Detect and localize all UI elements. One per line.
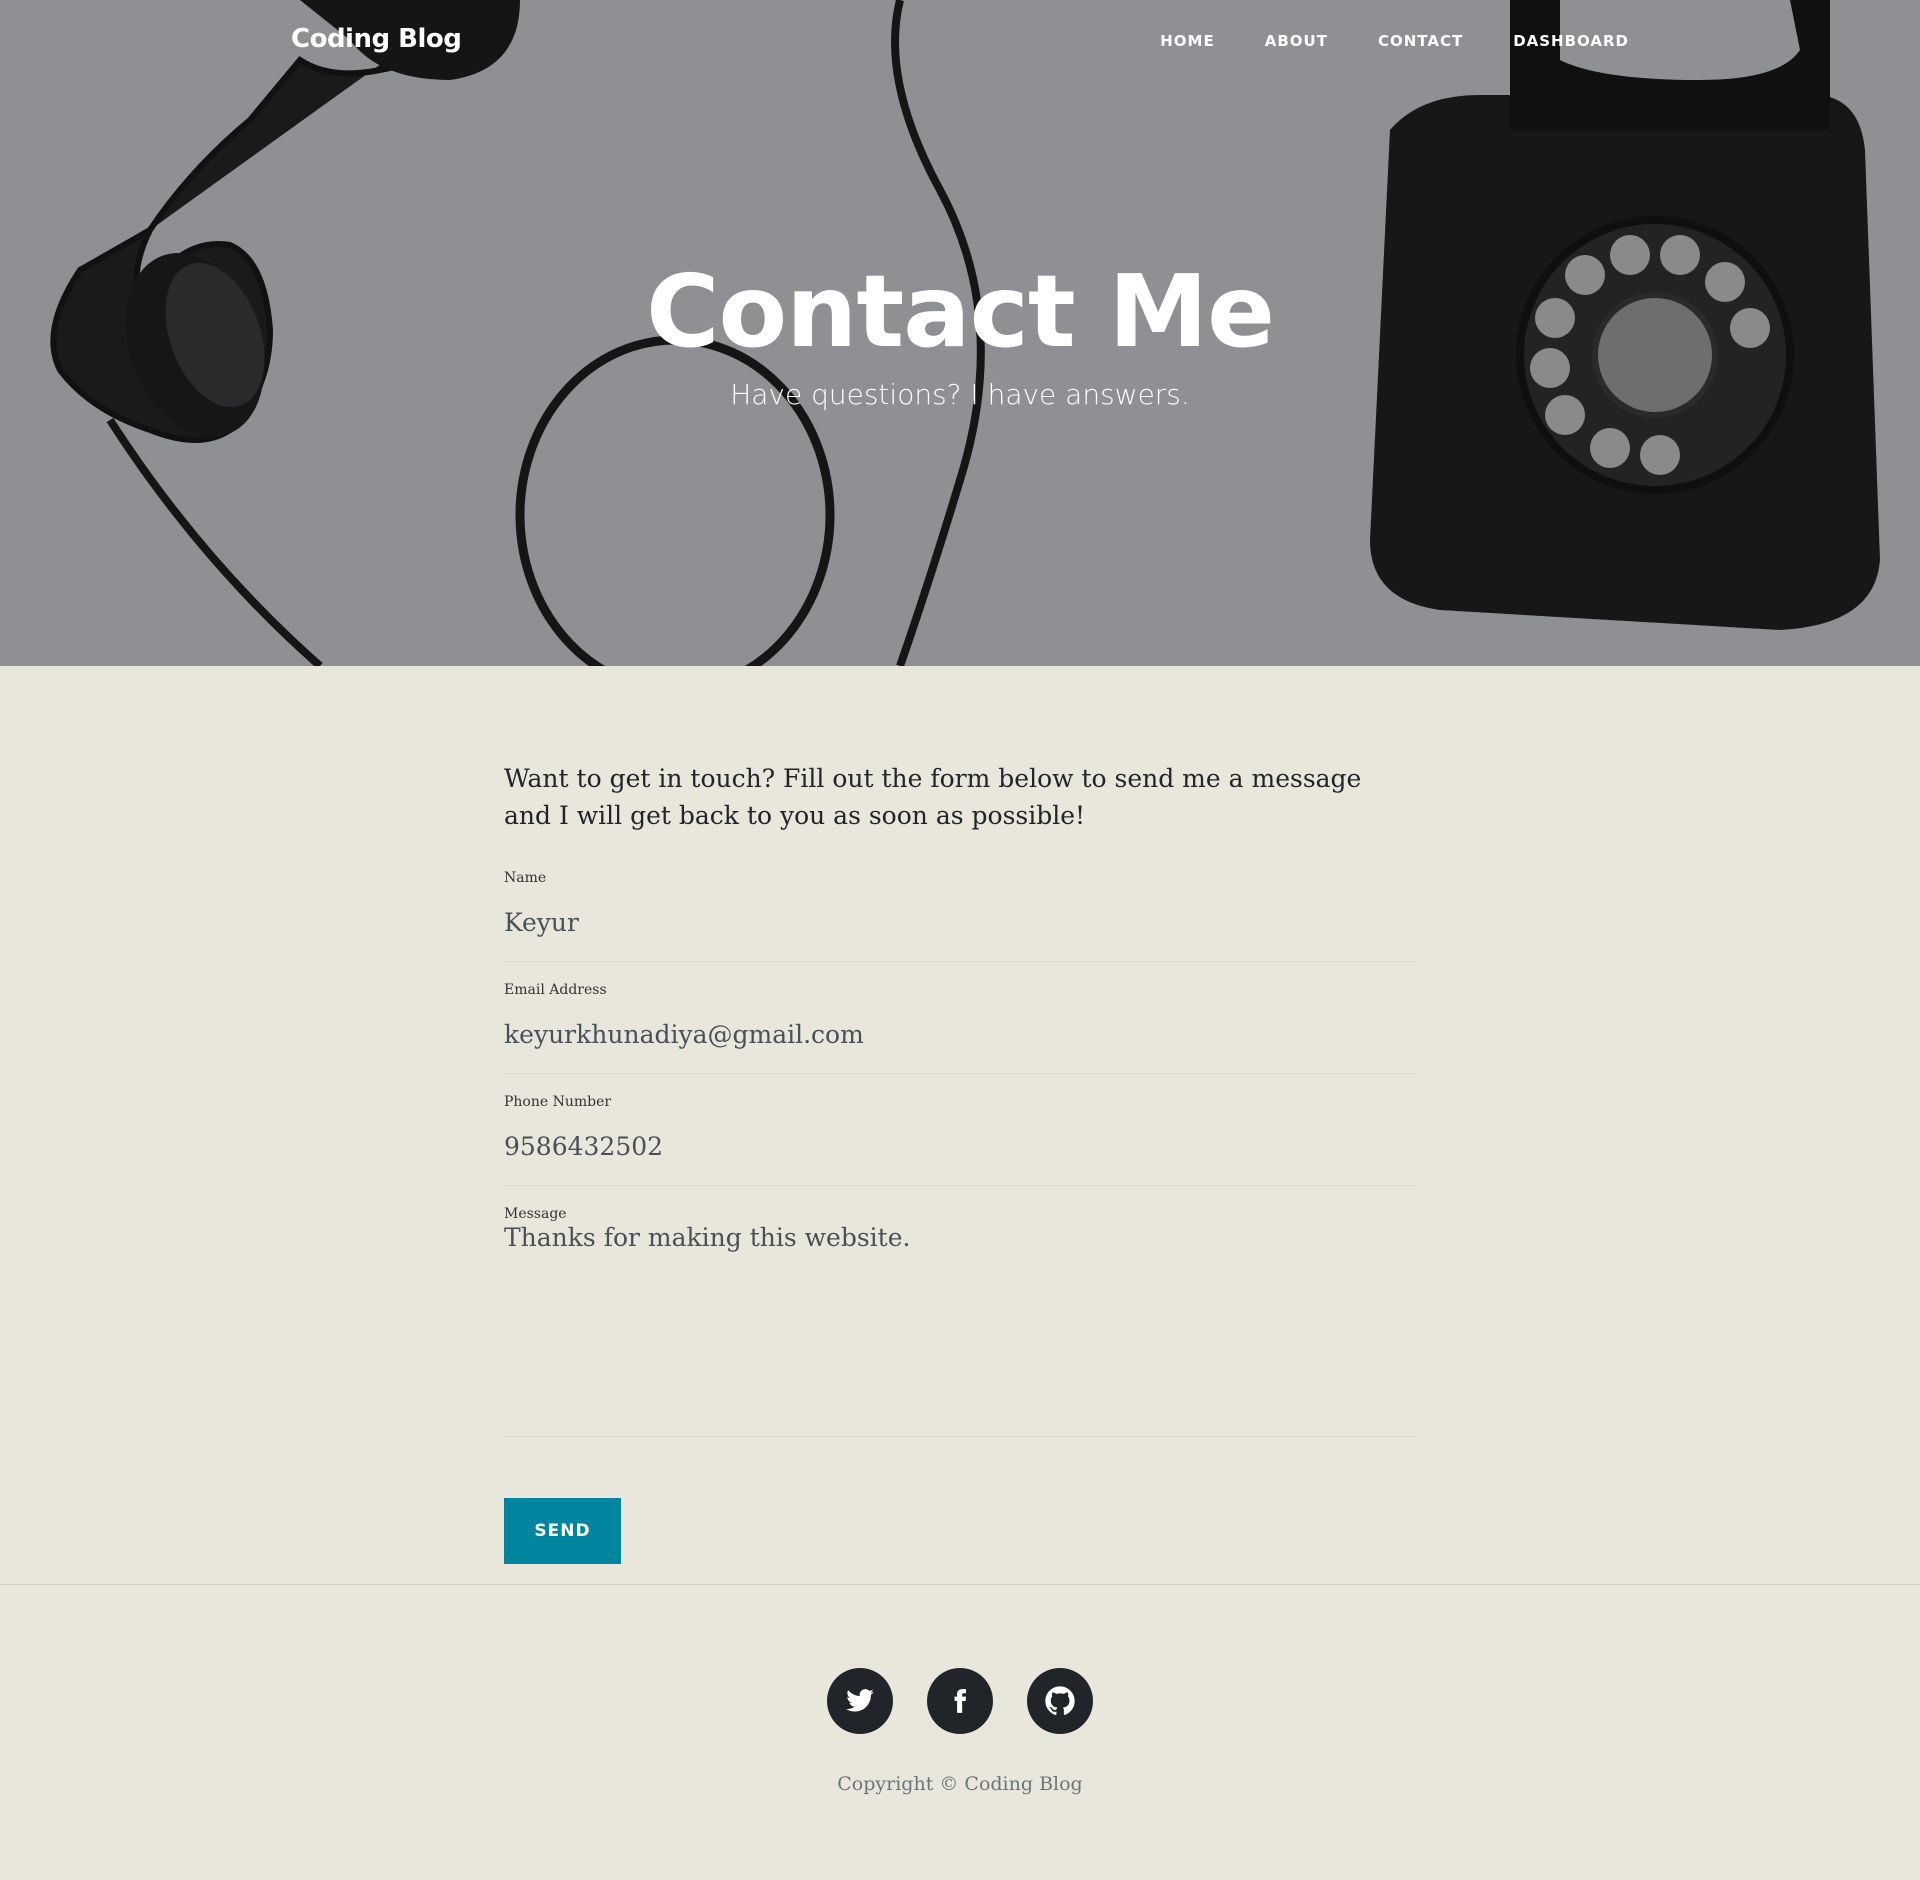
nav-link-home[interactable]: HOME [1160, 32, 1214, 50]
message-textarea[interactable]: Thanks for making this website. [504, 1222, 1404, 1422]
hero-heading: Contact Me Have questions? I have answer… [0, 252, 1920, 411]
nav-link-about[interactable]: ABOUT [1265, 32, 1328, 50]
page-subtitle: Have questions? I have answers. [730, 378, 1190, 411]
footer-divider [0, 1584, 1920, 1585]
name-input[interactable] [504, 902, 1404, 942]
email-field-group: Email Address [504, 962, 1416, 1074]
intro-text: Want to get in touch? Fill out the form … [504, 764, 1362, 830]
social-links [0, 1668, 1920, 1734]
brand-logo[interactable]: Coding Blog [291, 24, 462, 54]
phone-input[interactable] [504, 1126, 1404, 1166]
twitter-icon [846, 1689, 874, 1712]
page-header: Coding Blog HOME ABOUT CONTACT DASHBOARD… [0, 0, 1920, 666]
email-label: Email Address [504, 982, 607, 998]
contact-form: Name Email Address Phone Number Message … [504, 850, 1416, 1437]
message-label: Message [504, 1206, 567, 1222]
email-input[interactable] [504, 1014, 1404, 1054]
contact-section: Want to get in touch? Fill out the form … [504, 760, 1416, 1437]
message-field-group: Message Thanks for making this website. [504, 1186, 1416, 1437]
github-icon [1045, 1686, 1075, 1716]
nav-link-dashboard[interactable]: DASHBOARD [1513, 32, 1629, 50]
copyright-text: Copyright © Coding Blog [837, 1773, 1083, 1795]
send-button[interactable]: SEND [504, 1498, 621, 1564]
github-link[interactable] [1027, 1668, 1093, 1734]
facebook-icon [954, 1689, 967, 1713]
phone-field-group: Phone Number [504, 1074, 1416, 1186]
name-label: Name [504, 870, 547, 886]
nav-links: HOME ABOUT CONTACT DASHBOARD [1110, 32, 1629, 50]
nav-link-contact[interactable]: CONTACT [1378, 32, 1463, 50]
facebook-link[interactable] [927, 1668, 993, 1734]
navbar: Coding Blog HOME ABOUT CONTACT DASHBOARD [0, 0, 1920, 84]
phone-label: Phone Number [504, 1094, 612, 1110]
name-field-group: Name [504, 850, 1416, 962]
page-title: Contact Me [646, 253, 1275, 370]
twitter-link[interactable] [827, 1668, 893, 1734]
